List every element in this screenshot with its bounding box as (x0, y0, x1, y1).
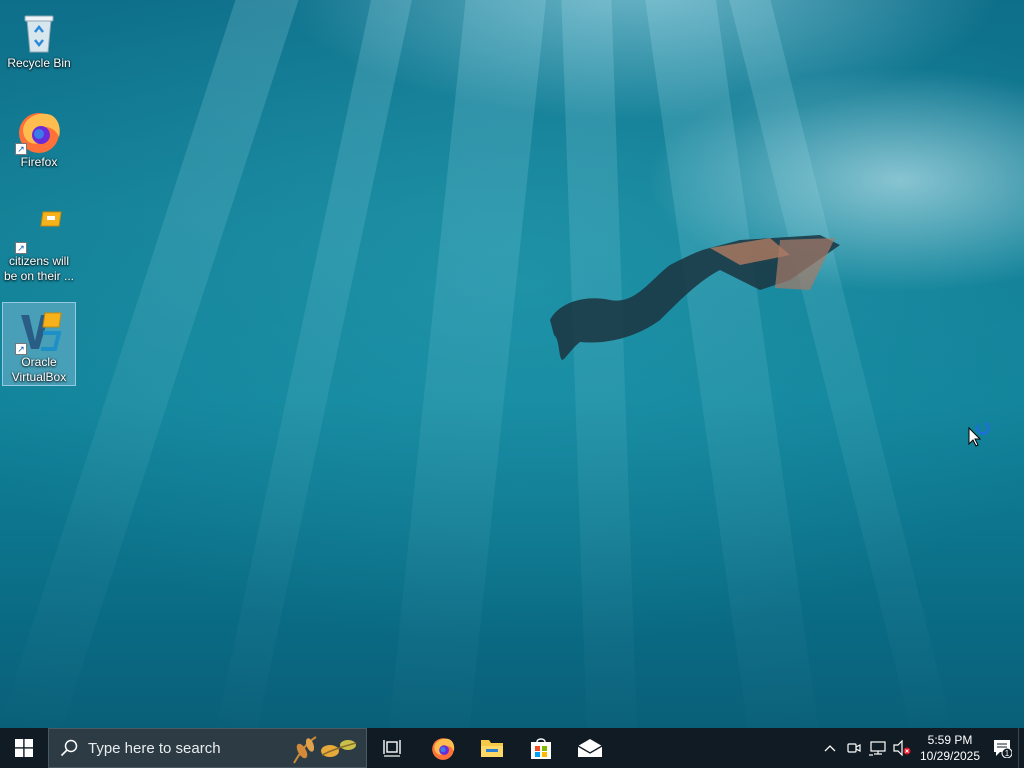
search-placeholder: Type here to search (88, 739, 221, 757)
virtualbox-vm-icon: ↗ (15, 206, 63, 254)
task-view-icon (382, 740, 401, 757)
store-bag-icon (530, 738, 551, 759)
desktop-icon-label: Recycle Bin (7, 56, 71, 70)
clock-date: 10/29/2025 (919, 749, 981, 763)
show-desktop-button[interactable] (1018, 728, 1024, 768)
virtualbox-icon: ↗ (15, 307, 63, 355)
desktop-icon-oracle-virtualbox[interactable]: ↗ Oracle VirtualBox (2, 302, 76, 386)
desktop-icon-citizens-shortcut[interactable]: ↗ citizens will be on their ... (2, 202, 76, 292)
desktop-icon-recycle-bin[interactable]: Recycle Bin (2, 4, 76, 80)
notification-icon: 1 (994, 740, 1012, 758)
action-center-button[interactable]: 1 (986, 728, 1018, 768)
desktop-icon-label: Oracle VirtualBox (11, 355, 67, 384)
taskbar: Type here to search 5:59 PM 10/29/2025 1 (0, 728, 1024, 768)
mail-icon (577, 739, 602, 757)
desktop-icon-firefox[interactable]: ↗ Firefox (2, 103, 76, 179)
taskbar-file-explorer-button[interactable] (467, 728, 516, 768)
network-button[interactable] (866, 728, 890, 768)
shortcut-arrow-icon: ↗ (15, 343, 27, 355)
clock-time: 5:59 PM (927, 733, 973, 747)
firefox-icon (431, 738, 454, 760)
taskbar-store-button[interactable] (516, 728, 565, 768)
search-icon (60, 739, 78, 757)
firefox-icon: ↗ (15, 107, 63, 155)
notification-count: 1 (1005, 749, 1010, 758)
diver-silhouette (550, 235, 840, 360)
recycle-bin-icon (15, 8, 63, 56)
desktop-wallpaper (0, 0, 1024, 728)
network-icon (869, 741, 886, 756)
search-box[interactable]: Type here to search (48, 728, 367, 768)
camera-icon (847, 743, 861, 753)
shortcut-arrow-icon: ↗ (15, 242, 27, 254)
meet-now-button[interactable] (842, 728, 866, 768)
shortcut-arrow-icon: ↗ (15, 143, 27, 155)
autumn-leaves-icon (293, 736, 357, 764)
system-tray: 5:59 PM 10/29/2025 1 (818, 728, 1024, 768)
start-button[interactable] (0, 728, 48, 768)
show-hidden-icons-button[interactable] (818, 728, 842, 768)
speaker-muted-icon (893, 740, 911, 756)
desktop-icon-label: citizens will be on their ... (3, 254, 75, 283)
taskbar-firefox-button[interactable] (418, 728, 467, 768)
taskbar-mail-button[interactable] (565, 728, 614, 768)
windows-logo-icon (15, 739, 33, 757)
clock[interactable]: 5:59 PM 10/29/2025 (914, 732, 986, 764)
busy-cursor-icon (968, 421, 990, 447)
volume-button[interactable] (890, 728, 914, 768)
chevron-up-icon (824, 745, 836, 752)
folder-icon (480, 740, 503, 757)
task-view-button[interactable] (367, 728, 416, 768)
desktop-icon-label: Firefox (20, 155, 58, 169)
